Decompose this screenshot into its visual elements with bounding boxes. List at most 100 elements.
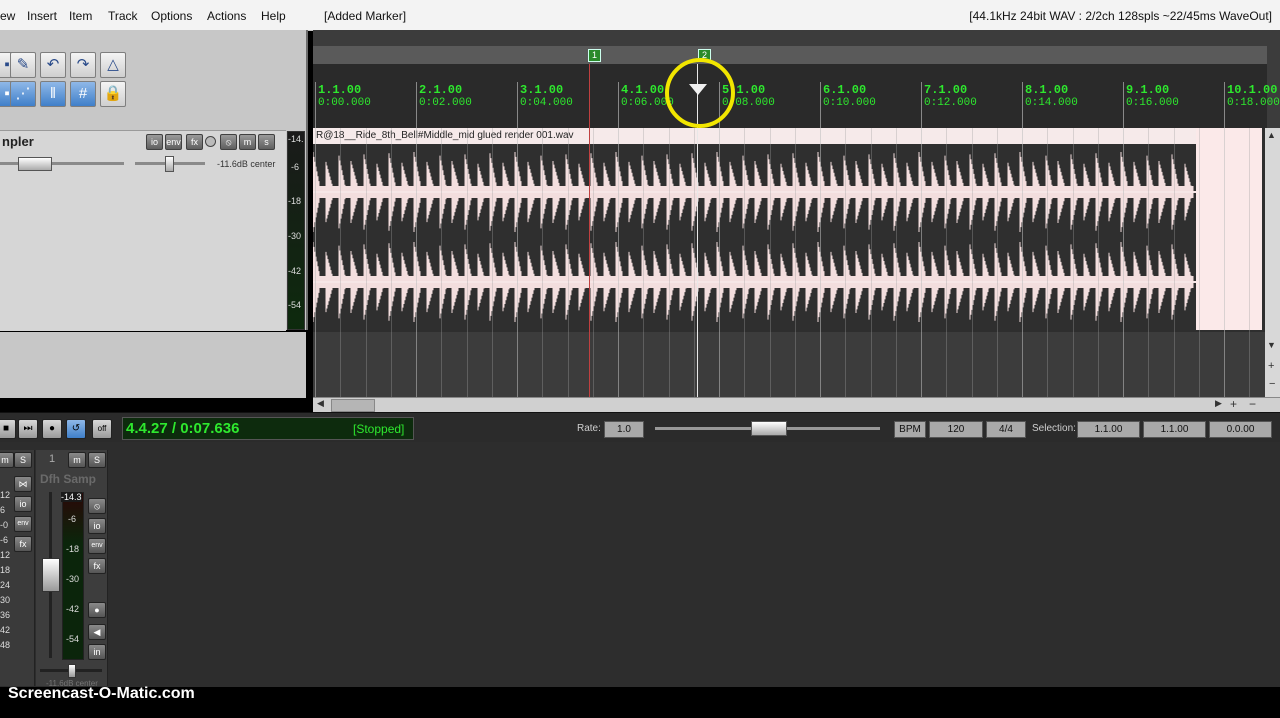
mixer-fx-button[interactable]: fx (88, 558, 106, 574)
grid-line (1198, 128, 1200, 398)
h-zoom-out-icon[interactable]: − (1249, 397, 1256, 411)
mixer-track-strip[interactable]: 1 m S Dfh Samp -14.3 -6 -18 -30 -42 -54 … (36, 450, 108, 688)
grid-lines-icon[interactable]: ‖ (40, 81, 66, 107)
stop-icon[interactable]: ■ (0, 419, 16, 439)
track-io-button[interactable]: io (146, 134, 163, 150)
mixer-pan-thumb[interactable] (68, 664, 76, 678)
selection-length-field[interactable]: 0.0.00 (1209, 421, 1272, 438)
record-icon[interactable]: ● (42, 419, 62, 439)
redo-icon[interactable]: ↷ (70, 52, 96, 78)
grid-line (820, 128, 821, 398)
media-item-name[interactable]: R@18__Ride_8th_Bell#Middle_mid glued ren… (313, 128, 1196, 144)
go-to-end-icon[interactable]: ⏭ (18, 419, 38, 439)
grid-line (390, 128, 392, 398)
mixer-fader-thumb[interactable] (42, 558, 60, 592)
menu-help[interactable]: Help (261, 9, 286, 23)
mixer-mute-button[interactable]: m (68, 452, 86, 468)
snap-grid-icon[interactable]: # (70, 81, 96, 107)
vertical-scrollbar[interactable]: ▲ ▼ + − (1265, 128, 1280, 398)
h-zoom-in-icon[interactable]: + (1230, 397, 1237, 411)
mixer-scale-label: -30 (66, 574, 80, 584)
master-solo-button[interactable]: S (14, 452, 32, 468)
menu-options[interactable]: Options (151, 9, 192, 23)
selection-start-field[interactable]: 1.1.00 (1077, 421, 1140, 438)
grid-line (996, 128, 998, 398)
mixer-panel (0, 442, 1280, 687)
mixer-io-button[interactable]: io (88, 518, 106, 534)
position-readout: 4.4.27 / 0:07.636 (126, 420, 240, 437)
grid-line (719, 128, 720, 398)
record-arm-icon[interactable] (205, 136, 216, 147)
grid-line (643, 128, 645, 398)
scroll-down-icon[interactable]: ▼ (1267, 340, 1276, 350)
ruler-bar-tick (1123, 82, 1124, 128)
track-name[interactable]: npler (2, 134, 34, 149)
repeat-icon[interactable]: ↺ (66, 419, 86, 439)
horizontal-scroll-thumb[interactable] (331, 399, 375, 412)
track-solo-button[interactable]: s (258, 134, 275, 150)
horizontal-scrollbar[interactable]: ◀ ▶ + − (313, 397, 1280, 412)
master-phase-icon[interactable]: ⋈ (14, 476, 32, 492)
menu-actions[interactable]: Actions (207, 9, 246, 23)
scroll-right-icon[interactable]: ▶ (1215, 398, 1222, 409)
master-mute-button[interactable]: m (0, 452, 14, 468)
grid-line (693, 128, 695, 398)
mixer-phase-icon[interactable]: ⦸ (88, 498, 106, 514)
pan-slider-thumb[interactable] (165, 156, 174, 172)
marker-1[interactable]: 1 (588, 49, 601, 62)
rate-slider-thumb[interactable] (751, 421, 787, 436)
time-display[interactable]: 4.4.27 / 0:07.636 [Stopped] (122, 417, 414, 440)
zoom-out-icon[interactable]: − (1269, 378, 1275, 390)
phase-icon[interactable]: ⦸ (220, 134, 237, 150)
mixer-track-name[interactable]: Dfh Samp (40, 472, 96, 486)
marker-lane[interactable] (313, 46, 1267, 64)
master-io-button[interactable]: io (14, 496, 32, 512)
off-button[interactable]: off (92, 419, 112, 439)
volume-slider-thumb[interactable] (18, 157, 52, 171)
menu-view[interactable]: ew (0, 9, 15, 23)
master-scale-label: 30 (0, 595, 11, 605)
ruler-bar-tick (618, 82, 619, 128)
selection-end-field[interactable]: 1.1.00 (1143, 421, 1206, 438)
track-mute-button[interactable]: m (239, 134, 256, 150)
rate-field[interactable]: 1.0 (604, 421, 644, 438)
grid-line (769, 128, 771, 398)
track-env-button[interactable]: env (165, 134, 182, 150)
timeline-ruler[interactable]: 1.1.00 0:00.000 2.1.00 0:02.000 3.1.00 0:04.0… (313, 64, 1280, 128)
ruler-bar-label: 4.1.00 (621, 83, 665, 97)
ruler-bar-tick (315, 82, 316, 128)
mixer-track-number: 1 (49, 453, 56, 465)
master-fx-button[interactable]: fx (14, 536, 32, 552)
lock-icon[interactable]: 🔒 (100, 81, 126, 107)
track-fx-button[interactable]: fx (186, 134, 203, 150)
scroll-left-icon[interactable]: ◀ (317, 398, 324, 409)
mixer-input-button[interactable]: in (88, 644, 106, 660)
selection-label: Selection: (1032, 423, 1076, 434)
mixer-env-button[interactable]: env (88, 538, 106, 554)
media-item-waveform[interactable] (313, 144, 1196, 330)
menu-insert[interactable]: Insert (27, 9, 57, 23)
menu-bar: ew Insert Item Track Options Actions Hel… (0, 0, 1280, 31)
wrench-icon[interactable]: ✎ (10, 52, 36, 78)
mixer-monitor-icon[interactable]: ◀ (88, 624, 106, 640)
grid-line (340, 128, 342, 398)
ruler-time-label: 0:12.000 (924, 97, 977, 109)
zoom-in-icon[interactable]: + (1268, 360, 1274, 372)
bpm-field[interactable]: 120 (929, 421, 983, 438)
track-header[interactable]: npler io env fx ⦸ m s -11.6dB center (0, 130, 286, 331)
mixer-solo-button[interactable]: S (88, 452, 106, 468)
grid-line (441, 128, 443, 398)
ruler-bar-tick (820, 82, 821, 128)
mixer-record-arm-icon[interactable]: ● (88, 602, 106, 618)
menu-item[interactable]: Item (69, 9, 92, 23)
meter-label: -30 (288, 231, 302, 241)
menu-track[interactable]: Track (108, 9, 138, 23)
master-scale-label: 36 (0, 610, 11, 620)
envelope-link-icon[interactable]: ⋰ (10, 81, 36, 107)
time-signature-field[interactable]: 4/4 (986, 421, 1026, 438)
master-env-button[interactable]: env (14, 516, 32, 532)
undo-icon[interactable]: ↶ (40, 52, 66, 78)
metronome-icon[interactable]: △ (100, 52, 126, 78)
scroll-up-icon[interactable]: ▲ (1267, 130, 1276, 140)
mixer-peak-readout: -14.3 (61, 492, 82, 502)
